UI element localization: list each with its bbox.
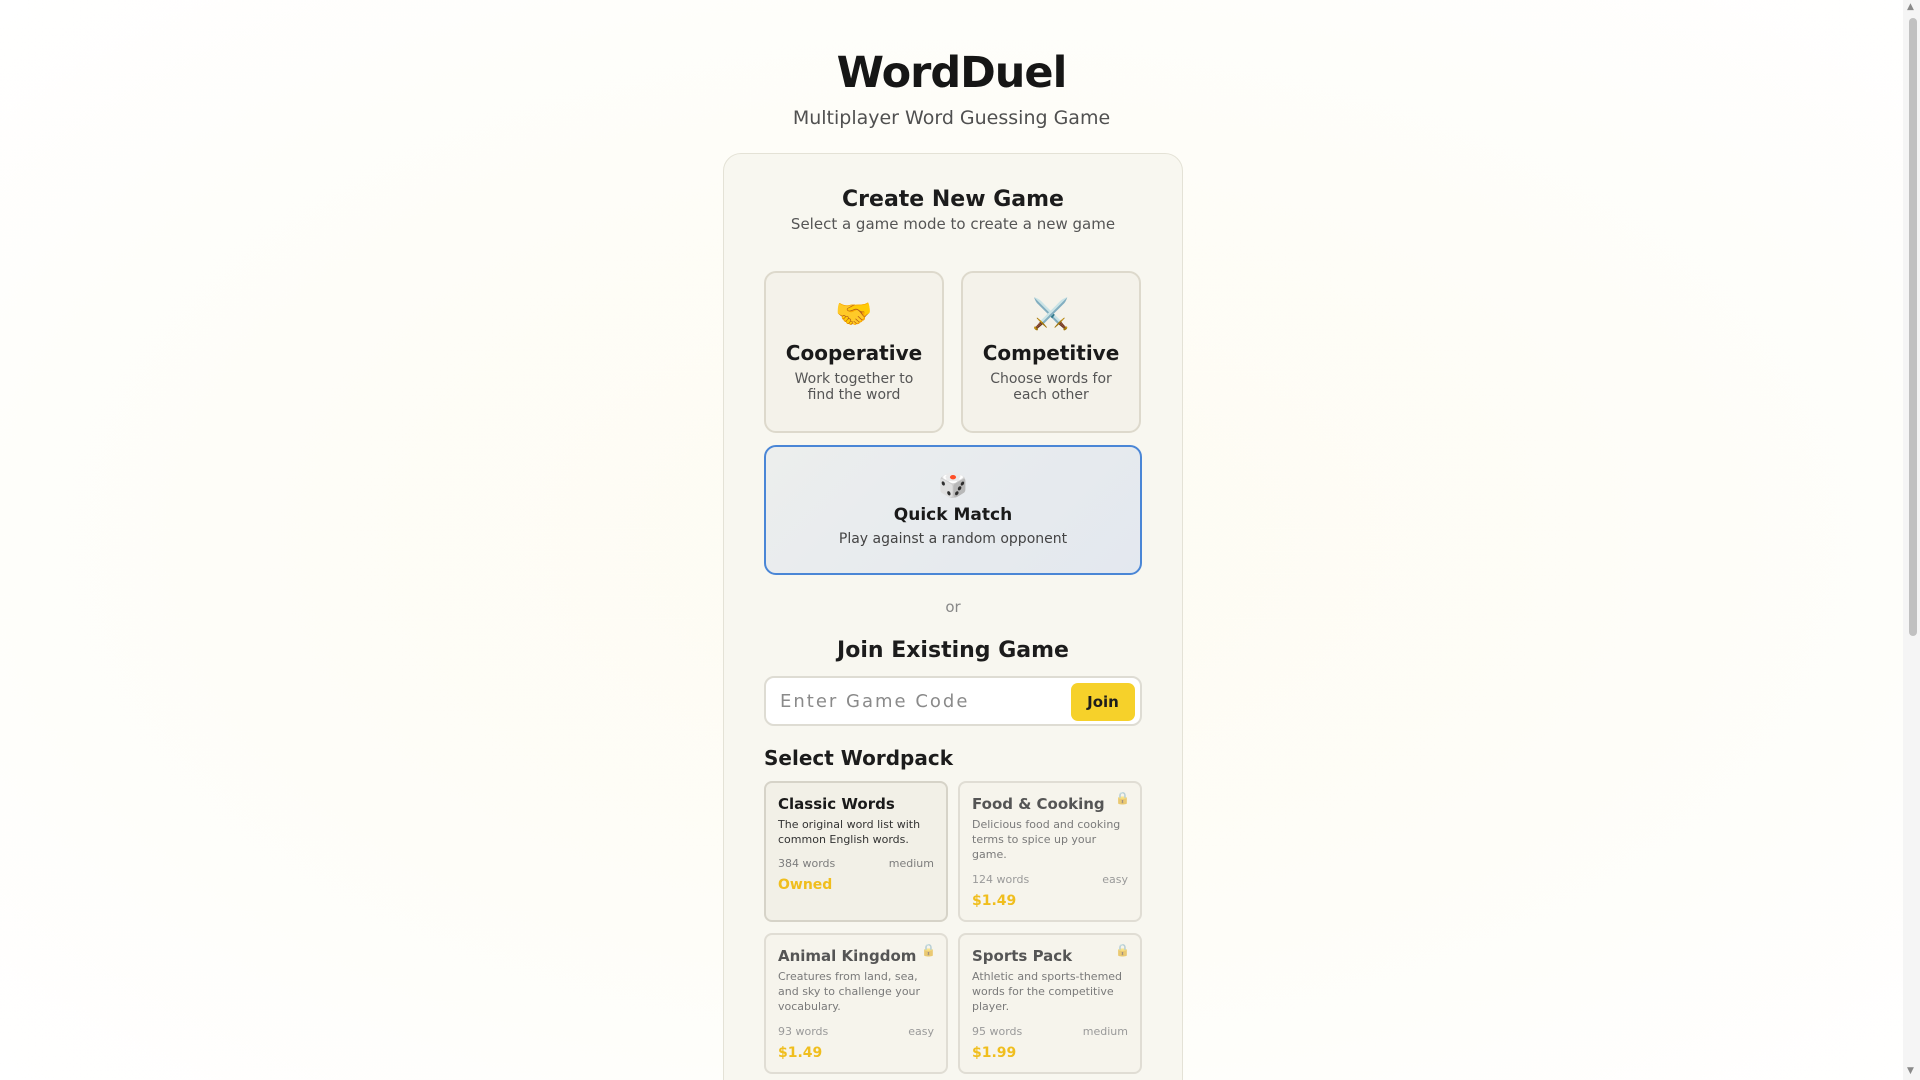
- wordpack-description: Athletic and sports-themed words for the…: [972, 970, 1123, 1013]
- wordpack-heading: Select Wordpack: [764, 746, 954, 770]
- wordpack-price: $1.49: [778, 1045, 823, 1061]
- mode-description: Choose words for each other: [990, 371, 1112, 403]
- scroll-up-arrow-icon[interactable]: ▲: [1907, 2, 1914, 12]
- wordpack-difficulty: easy: [1102, 873, 1128, 886]
- lobby-panel: Create New Game Select a game mode to cr…: [723, 153, 1183, 1080]
- wordpack-card-animal-kingdom[interactable]: 🔒 Animal Kingdom Creatures from land, se…: [764, 933, 948, 1074]
- wordpack-name: Classic Words: [778, 795, 895, 813]
- lock-icon: 🔒: [921, 943, 936, 957]
- mode-description: Play against a random opponent: [838, 531, 1068, 547]
- mode-card-quick-match[interactable]: 🎲 Quick Match Play against a random oppo…: [764, 445, 1142, 575]
- mode-description: Work together to find the word: [794, 371, 914, 403]
- wordpack-name: Animal Kingdom: [778, 947, 917, 965]
- handshake-icon: 🤝: [835, 297, 873, 332]
- wordpack-word-count: 95 words: [972, 1025, 1023, 1038]
- mode-name: Quick Match: [893, 505, 1013, 525]
- wordpack-price: $1.99: [972, 1045, 1017, 1061]
- wordpack-difficulty: medium: [888, 857, 934, 870]
- dice-icon: 🎲: [938, 471, 968, 499]
- join-game-form: Join: [764, 676, 1142, 726]
- wordpack-description: Creatures from land, sea, and sky to cha…: [778, 970, 921, 1013]
- wordpack-word-count: 384 words: [778, 857, 836, 870]
- join-button[interactable]: Join: [1071, 683, 1135, 721]
- or-divider: or: [945, 598, 961, 616]
- create-game-subtitle: Select a game mode to create a new game: [790, 215, 1116, 233]
- wordpack-description: The original word list with common Engli…: [778, 818, 921, 846]
- wordpack-name: Sports Pack: [972, 947, 1073, 965]
- scrollbar-thumb[interactable]: [1909, 18, 1917, 636]
- scroll-down-arrow-icon[interactable]: ▼: [1907, 1066, 1914, 1076]
- wordpack-word-count: 93 words: [778, 1025, 829, 1038]
- crossed-swords-icon: ⚔️: [1032, 297, 1070, 332]
- wordpack-difficulty: medium: [1082, 1025, 1128, 1038]
- lock-icon: 🔒: [1115, 791, 1130, 805]
- wordpack-card-classic-words[interactable]: Classic Words The original word list wit…: [764, 781, 948, 922]
- wordpack-price: $1.49: [972, 893, 1017, 909]
- mode-card-cooperative[interactable]: 🤝 Cooperative Work together to find the …: [764, 271, 944, 433]
- join-game-title: Join Existing Game: [837, 638, 1069, 663]
- mode-name: Competitive: [982, 341, 1120, 365]
- lock-icon: 🔒: [1115, 943, 1130, 957]
- game-code-input[interactable]: [780, 685, 1066, 717]
- wordpack-card-sports-pack[interactable]: 🔒 Sports Pack Athletic and sports-themed…: [958, 933, 1142, 1074]
- page-scrollbar[interactable]: ▲ ▼: [1903, 0, 1920, 1080]
- wordpack-card-food-cooking[interactable]: 🔒 Food & Cooking Delicious food and cook…: [958, 781, 1142, 922]
- wordpack-description: Delicious food and cooking terms to spic…: [972, 818, 1121, 861]
- wordpack-name: Food & Cooking: [972, 795, 1105, 813]
- wordpack-word-count: 124 words: [972, 873, 1030, 886]
- mode-card-competitive[interactable]: ⚔️ Competitive Choose words for each oth…: [961, 271, 1141, 433]
- page: WordDuel Multiplayer Word Guessing Game …: [0, 0, 1903, 1080]
- app-title: WordDuel: [836, 48, 1068, 98]
- create-game-title: Create New Game: [842, 187, 1064, 212]
- app-subtitle: Multiplayer Word Guessing Game: [792, 107, 1111, 129]
- wordpack-difficulty: easy: [908, 1025, 934, 1038]
- wordpack-owned-label: Owned: [778, 877, 833, 893]
- mode-name: Cooperative: [785, 341, 923, 365]
